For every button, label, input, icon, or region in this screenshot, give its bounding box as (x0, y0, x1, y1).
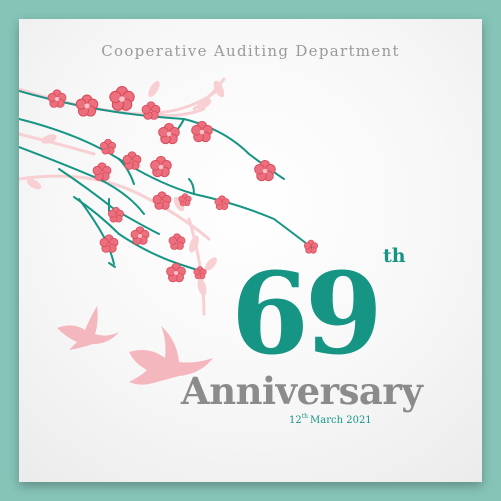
anniversary-number: 69 (231, 249, 383, 380)
date-rest: March 2021 (310, 415, 372, 426)
anniversary-title: Anniversary (181, 369, 423, 413)
anniversary-number-suffix: th (383, 245, 406, 267)
event-date: 12th March 2021 (289, 413, 372, 426)
date-day: 12 (289, 415, 302, 426)
swallow-bird-icon (57, 306, 119, 350)
anniversary-card: Cooperative Auditing Department 69 th An… (19, 19, 482, 482)
department-name: Cooperative Auditing Department (101, 42, 400, 60)
date-day-suffix: th (301, 413, 309, 420)
